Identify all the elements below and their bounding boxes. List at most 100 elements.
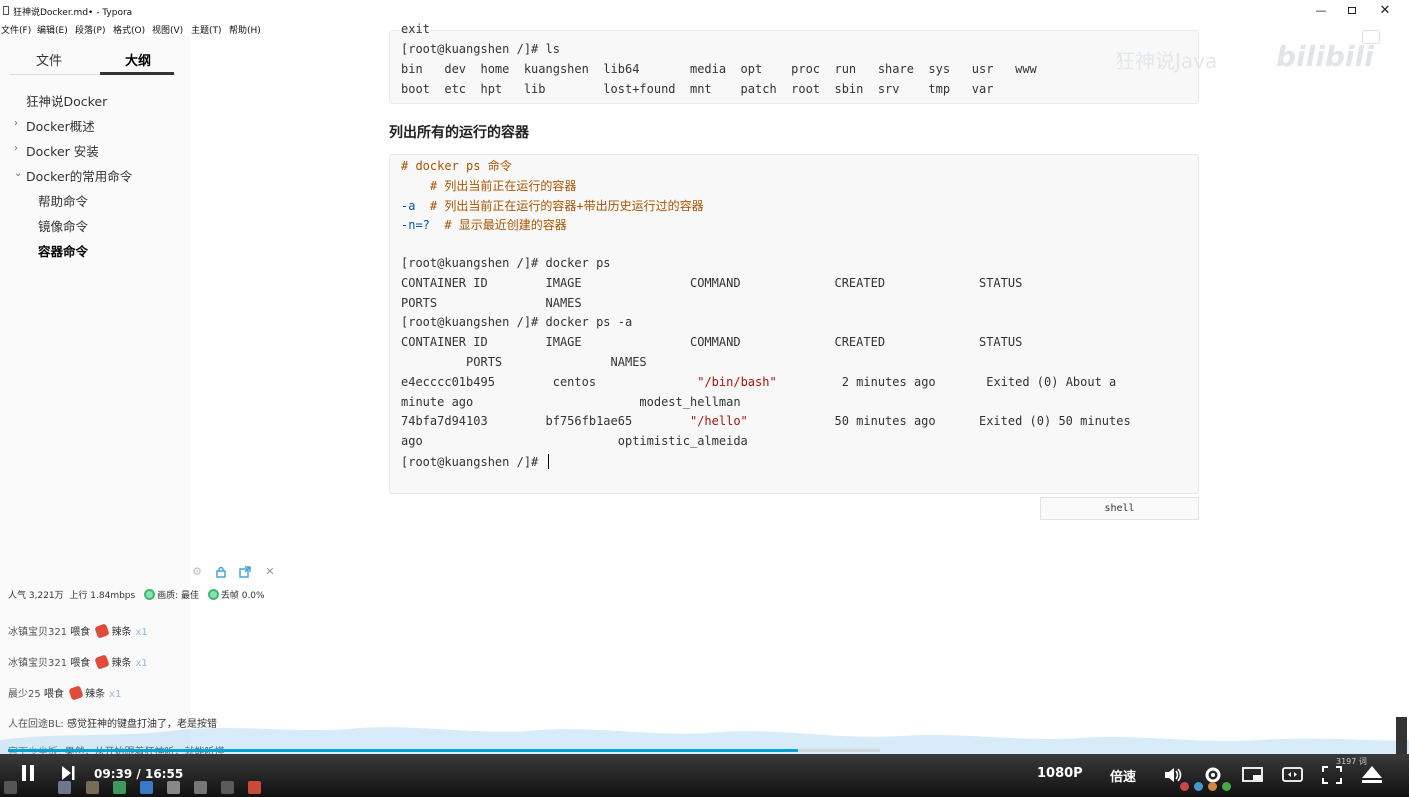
taskbar-app-icon[interactable]	[221, 781, 234, 794]
code-line: e4ecccc01b495 centos "/bin/bash" 2 minut…	[401, 375, 1116, 389]
taskbar-app-icon[interactable]	[248, 781, 261, 794]
outline-chevron-icon[interactable]: ›	[14, 118, 18, 129]
menu-paragraph[interactable]: 段落(P)	[75, 23, 105, 36]
quality-status: 画质: 最佳	[157, 591, 199, 601]
code-line: ago optimistic_almeida	[401, 434, 748, 448]
code-token: 74bfa7d94103 bf756fb1ae65	[401, 414, 690, 429]
taskbar-icons	[0, 778, 300, 797]
code-line: -a # 列出当前正在运行的容器+带出历史运行过的容器	[401, 197, 704, 214]
popularity-value: 3,221万	[28, 591, 64, 601]
code-token: PORTS NAMES	[401, 295, 582, 310]
watermark-badge	[1362, 30, 1380, 44]
menu-file[interactable]: 文件(F)	[1, 23, 31, 36]
frameloss-status-icon	[207, 589, 219, 600]
progress-fill	[8, 749, 799, 752]
lock-icon[interactable]	[215, 566, 227, 578]
code-language-input[interactable]: shell	[1040, 497, 1199, 520]
taskbar-app-icon[interactable]	[113, 781, 126, 794]
outline-chevron-icon[interactable]: ⌄	[14, 168, 22, 179]
collapse-icon[interactable]	[1360, 764, 1384, 788]
code-token: CONTAINER ID IMAGE COMMAND CREATED STATU…	[401, 335, 1023, 350]
danmaku-toolbar: ⚙ ✕	[190, 566, 280, 580]
code-line: -n=? # 显示最近创建的容器	[401, 216, 567, 233]
tray-icon[interactable]	[1194, 782, 1203, 791]
minimize-button[interactable]: —	[1312, 3, 1330, 19]
gift-name: 辣条	[85, 689, 106, 700]
menu-format[interactable]: 格式(O)	[113, 23, 145, 36]
tray-icon[interactable]	[1208, 782, 1217, 791]
tray-icon[interactable]	[1222, 782, 1231, 791]
word-count: 3197 词	[1336, 757, 1367, 766]
upload-label: 上行	[69, 591, 88, 601]
text-cursor	[547, 454, 549, 469]
code-token: [root@kuangshen /]# docker ps	[401, 256, 611, 270]
taskbar-app-icon[interactable]	[140, 781, 153, 794]
code-token: "/bin/bash"	[697, 374, 777, 389]
system-tray	[1180, 780, 1360, 796]
outline-item[interactable]: 容器命令	[38, 241, 88, 260]
outline-item[interactable]: Docker概述	[26, 116, 95, 135]
taskbar-app-icon[interactable]	[58, 781, 71, 794]
gift-user: 晨少25	[8, 689, 41, 700]
start-icon[interactable]	[4, 781, 17, 794]
code-token: 50 minutes ago Exited (0) 50 minutes	[747, 414, 1131, 429]
upload-value: 1.84mbps	[90, 591, 136, 601]
code-line: PORTS NAMES	[401, 296, 582, 310]
close-overlay-icon[interactable]: ✕	[264, 566, 276, 578]
code-token: CONTAINER ID IMAGE COMMAND CREATED STATU…	[401, 275, 1023, 290]
code-line: # 列出当前正在运行的容器	[401, 177, 576, 194]
maximize-button[interactable]	[1343, 3, 1361, 19]
progress-bar[interactable]	[8, 749, 880, 752]
watermark-text: 狂神说Java	[1115, 49, 1218, 73]
taskbar-app-icon[interactable]	[194, 781, 207, 794]
taskbar-app-icon[interactable]	[167, 781, 180, 794]
side-scroll-handle[interactable]	[1396, 717, 1407, 755]
code-block-ls[interactable]: exit [root@kuangshen /]# ls bin dev home k…	[389, 22, 1199, 104]
code-token: -n=?	[401, 218, 430, 233]
code-token: # docker ps 命令	[401, 159, 512, 173]
outline-item[interactable]: Docker的常用命令	[26, 166, 132, 185]
tab-files[interactable]: 文件	[36, 50, 62, 69]
code-line: boot etc hpt lib lost+found mnt patch ro…	[401, 82, 994, 96]
settings-icon[interactable]: ⚙	[191, 566, 203, 578]
popout-icon[interactable]	[239, 566, 251, 578]
menu-edit[interactable]: 编辑(E)	[37, 23, 68, 36]
outline-chevron-icon[interactable]: ›	[14, 143, 18, 154]
taskbar-app-icon[interactable]	[86, 781, 99, 794]
menu-theme[interactable]: 主题(T)	[191, 23, 222, 36]
code-line: exit	[401, 22, 430, 36]
outline-item[interactable]: Docker 安装	[26, 141, 99, 160]
outline-item[interactable]: 镜像命令	[38, 216, 88, 235]
code-block-docker-ps[interactable]: # docker ps 命令 # 列出当前正在运行的容器 -a # 列出当前正在运…	[389, 154, 1199, 494]
bilibili-logo: bilibili	[1276, 40, 1374, 73]
active-tab-indicator	[100, 72, 174, 75]
code-token: # 列出当前正在运行的容器+带出历史运行过的容器	[415, 198, 704, 213]
outline-item[interactable]: 狂神说Docker	[26, 91, 107, 110]
code-token: 2 minutes ago Exited (0) About a	[776, 374, 1117, 389]
gift-name: 辣条	[111, 658, 132, 669]
menu-view[interactable]: 视图(V)	[152, 23, 183, 36]
editor-area: exit [root@kuangshen /]# ls bin dev home k…	[190, 22, 1409, 756]
code-line: [root@kuangshen /]#	[401, 454, 549, 469]
menu-help[interactable]: 帮助(H)	[229, 23, 261, 36]
stream-stats: 人气 3,221万 上行 1.84mbps 画质: 最佳 丢帧 0.0%	[8, 588, 265, 601]
window-title: 狂神说Docker.md• - Typora	[13, 8, 133, 18]
code-line: PORTS NAMES	[401, 355, 647, 369]
quality-button[interactable]: 1080P	[1037, 766, 1083, 781]
tray-icon[interactable]	[1180, 782, 1189, 791]
code-token: e4ecccc01b495 centos	[401, 374, 698, 389]
outline-item[interactable]: 帮助命令	[38, 191, 88, 210]
speed-button[interactable]: 倍速	[1110, 766, 1136, 785]
gift-message: 冰镇宝贝321 喂食 辣条 x1	[8, 623, 148, 639]
tab-outline[interactable]: 大纲	[125, 50, 151, 69]
gift-icon	[94, 654, 111, 670]
code-token: ago optimistic_almeida	[401, 434, 748, 449]
gift-name: 辣条	[111, 627, 132, 638]
typora-window: { "window": { "title": "狂神说Docker.md• - …	[0, 0, 1409, 797]
close-button[interactable]: ✕	[1376, 3, 1394, 19]
gift-user: 冰镇宝贝321	[8, 658, 68, 669]
code-token: "/hello"	[689, 414, 748, 429]
restore-icon	[1348, 7, 1356, 14]
code-line: 74bfa7d94103 bf756fb1ae65 "/hello" 50 mi…	[401, 414, 1131, 428]
code-line: CONTAINER ID IMAGE COMMAND CREATED STATU…	[401, 276, 1022, 290]
